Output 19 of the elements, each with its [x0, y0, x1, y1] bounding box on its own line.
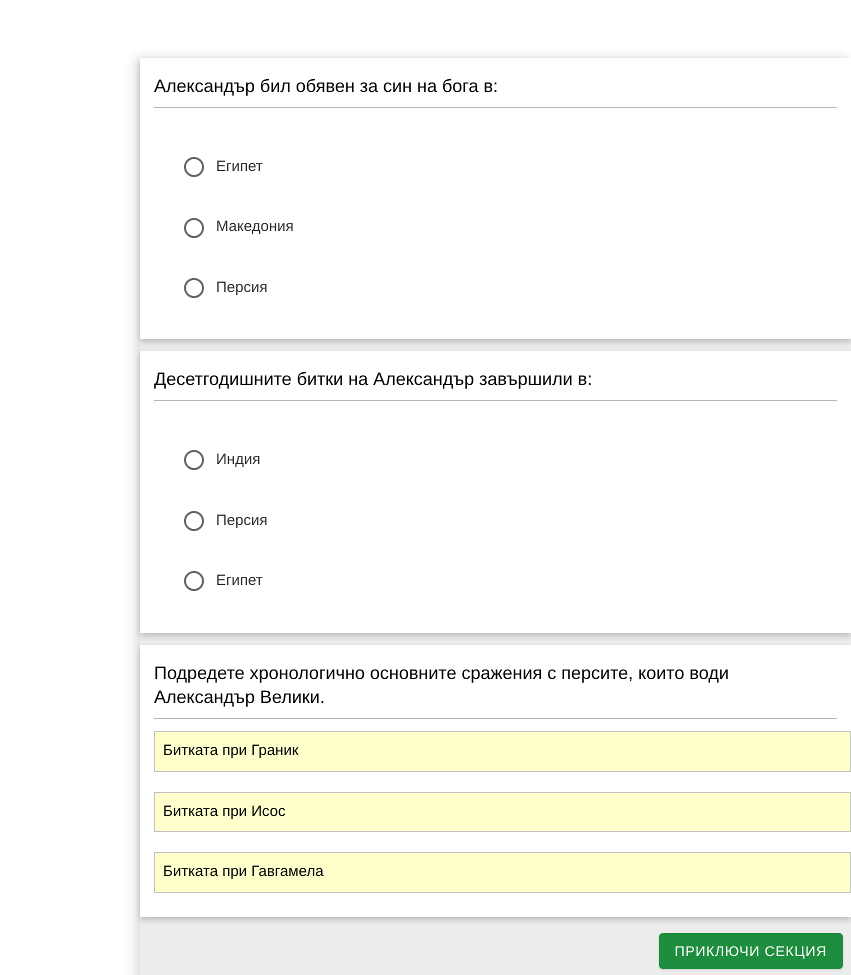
sortable-item[interactable]: Битката при Гавгамела: [154, 852, 851, 892]
radio-button[interactable]: [184, 157, 204, 177]
radio-button[interactable]: [184, 510, 204, 531]
sortable-item[interactable]: Битката при Исос: [154, 792, 851, 832]
option-label[interactable]: Персия: [216, 276, 268, 300]
radio-button[interactable]: [184, 571, 204, 592]
finish-section-button[interactable]: ПРИКЛЮЧИ СЕКЦИЯ: [658, 932, 843, 968]
question-title: Подредете хронологично основните сражения с персите, които води Александър Велики.: [154, 660, 837, 719]
option-label[interactable]: Египет: [216, 156, 263, 178]
option-label[interactable]: Персия: [216, 510, 268, 532]
option-label[interactable]: Индия: [216, 449, 260, 472]
option-label[interactable]: Египет: [216, 570, 263, 592]
sortable-item[interactable]: Битката при Граник: [154, 731, 851, 772]
radio-button[interactable]: [184, 278, 204, 298]
radio-button[interactable]: [184, 450, 204, 470]
option-label[interactable]: Македония: [216, 216, 294, 239]
question-title: Александър бил обявен за син на бога в:: [154, 74, 837, 108]
question-title: Десетгодишните битки на Александър завършили в:: [154, 367, 837, 401]
radio-button[interactable]: [184, 218, 204, 238]
